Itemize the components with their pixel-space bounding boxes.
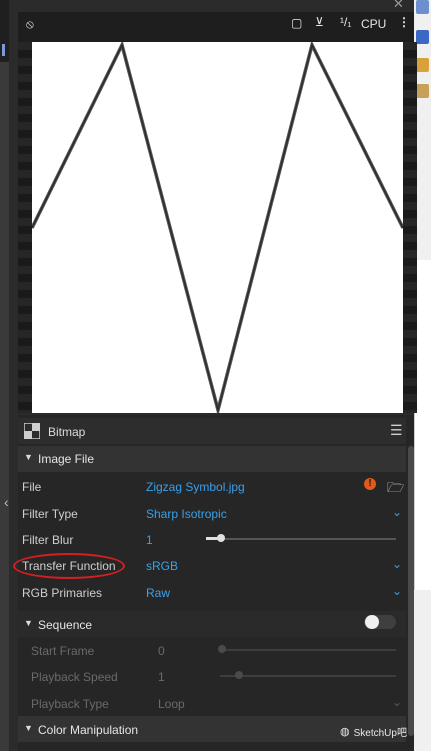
resolution-ratio[interactable]: ¹/₁ bbox=[340, 15, 351, 29]
panel-header: Bitmap ☰ bbox=[18, 418, 406, 444]
expand-triangle-icon[interactable]: ▼ bbox=[24, 723, 33, 733]
warning-icon[interactable]: ! bbox=[364, 478, 376, 490]
chevron-down-icon[interactable]: ⌄ bbox=[392, 584, 402, 598]
bitmap-preview bbox=[30, 40, 405, 417]
section-image-file-label: Image File bbox=[38, 452, 95, 466]
close-icon[interactable]: ✕ bbox=[393, 0, 404, 12]
filter-blur-slider[interactable] bbox=[206, 538, 396, 540]
expand-triangle-icon[interactable]: ▼ bbox=[24, 452, 33, 462]
filter-blur-value[interactable]: 1 bbox=[146, 533, 153, 547]
start-frame-slider-knob bbox=[218, 645, 226, 653]
left-dock-marker bbox=[2, 44, 5, 56]
start-frame-label: Start Frame bbox=[31, 644, 95, 658]
file-value[interactable]: Zigzag Symbol.jpg bbox=[146, 480, 245, 494]
side-tool-icon-3[interactable] bbox=[416, 58, 429, 72]
side-tool-icon-1[interactable] bbox=[416, 0, 429, 14]
section-sequence-label: Sequence bbox=[38, 618, 93, 632]
side-tool-icon-4[interactable] bbox=[416, 84, 429, 98]
basket-icon[interactable]: ⊻ bbox=[315, 15, 324, 29]
playback-speed-label: Playback Speed bbox=[31, 670, 118, 684]
more-menu-icon[interactable]: ⋮ bbox=[398, 15, 410, 29]
region-icon[interactable]: ▢ bbox=[291, 16, 302, 30]
canvas-border-left bbox=[18, 42, 32, 413]
zigzag-image bbox=[30, 40, 405, 417]
chevron-down-icon[interactable]: ⌄ bbox=[392, 557, 402, 571]
collapse-arrow-icon[interactable]: ‹ bbox=[4, 494, 9, 510]
playback-speed-slider-knob bbox=[235, 671, 243, 679]
transfer-function-label: Transfer Function bbox=[22, 559, 116, 573]
side-tool-icon-2[interactable] bbox=[416, 30, 429, 44]
watermark: ◍ SketchUp吧 bbox=[340, 724, 407, 739]
rgb-primaries-label: RGB Primaries bbox=[22, 586, 103, 600]
left-dock-strip bbox=[0, 0, 9, 751]
device-label[interactable]: CPU bbox=[361, 17, 386, 31]
viewport-toolbar: ⦸ ▢ ⊻ ¹/₁ CPU ⋮ bbox=[18, 12, 414, 42]
filter-type-dropdown[interactable]: Sharp Isotropic bbox=[146, 507, 227, 521]
section-image-file[interactable]: ▼ Image File bbox=[18, 446, 406, 472]
filter-blur-slider-knob[interactable] bbox=[217, 534, 225, 542]
playback-type-label: Playback Type bbox=[31, 697, 109, 711]
settings-sliders-icon[interactable]: ☰ bbox=[390, 422, 403, 439]
playback-speed-value: 1 bbox=[158, 670, 165, 684]
playback-type-value: Loop bbox=[158, 697, 185, 711]
panel-title: Bitmap bbox=[48, 425, 86, 439]
expand-triangle-icon[interactable]: ▼ bbox=[24, 618, 33, 628]
sequence-toggle-knob[interactable] bbox=[365, 615, 379, 629]
open-folder-icon[interactable]: 🗁 bbox=[387, 477, 404, 501]
camera-lock-icon[interactable]: ⦸ bbox=[26, 17, 34, 32]
start-frame-value: 0 bbox=[158, 644, 165, 658]
canvas-border-right bbox=[403, 42, 417, 413]
filter-type-label: Filter Type bbox=[22, 507, 78, 521]
bitmap-icon bbox=[24, 423, 40, 439]
section-sequence[interactable]: ▼ Sequence bbox=[18, 611, 406, 637]
wechat-icon: ◍ bbox=[340, 726, 350, 738]
panel-scrollbar[interactable] bbox=[408, 446, 414, 736]
transfer-function-dropdown[interactable]: sRGB bbox=[146, 559, 178, 573]
playback-speed-slider bbox=[220, 675, 396, 677]
rgb-primaries-dropdown[interactable]: Raw bbox=[146, 586, 170, 600]
filter-blur-label: Filter Blur bbox=[22, 533, 74, 547]
file-label: File bbox=[22, 480, 42, 494]
chevron-down-icon: ⌄ bbox=[392, 695, 403, 709]
start-frame-slider bbox=[220, 649, 396, 651]
watermark-text: SketchUp吧 bbox=[353, 728, 407, 739]
section-color-manipulation-label: Color Manipulation bbox=[38, 723, 139, 737]
chevron-down-icon[interactable]: ⌄ bbox=[392, 505, 402, 519]
